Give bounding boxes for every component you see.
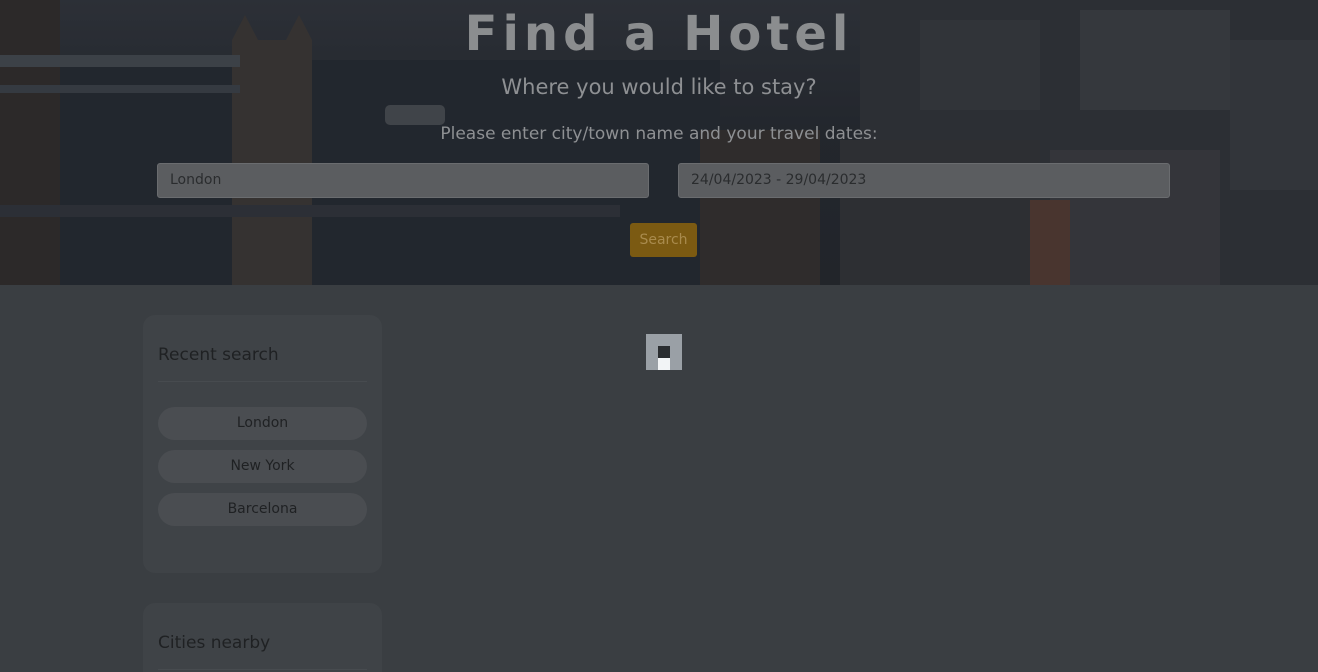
- loader-cell: [658, 334, 670, 346]
- loader-cell: [646, 358, 658, 370]
- divider: [158, 381, 367, 382]
- loader-cell: [670, 334, 682, 346]
- loader-cell: [646, 346, 658, 358]
- search-instruction: Please enter city/town name and your tra…: [440, 124, 878, 144]
- hero-subtitle: Where you would like to stay?: [501, 75, 817, 99]
- recent-search-item-london[interactable]: London: [158, 407, 367, 440]
- search-button[interactable]: Search: [630, 223, 697, 257]
- recent-search-card: Recent search London New York Barcelona: [143, 315, 382, 573]
- recent-search-item-new-york[interactable]: New York: [158, 450, 367, 483]
- cities-nearby-card: Cities nearby: [143, 603, 382, 672]
- loader-cell: [670, 346, 682, 358]
- date-range-input[interactable]: 24/04/2023 - 29/04/2023: [678, 163, 1170, 198]
- page-title: Find a Hotel: [464, 6, 854, 62]
- recent-search-title: Recent search: [158, 345, 279, 365]
- city-input[interactable]: London: [157, 163, 649, 198]
- loader-cell: [658, 358, 670, 370]
- loading-spinner-icon: [646, 334, 682, 370]
- recent-search-item-barcelona[interactable]: Barcelona: [158, 493, 367, 526]
- loader-cell: [670, 358, 682, 370]
- cities-nearby-title: Cities nearby: [158, 633, 271, 653]
- hero-banner: Find a Hotel Where you would like to sta…: [0, 0, 1318, 285]
- loader-cell: [658, 346, 670, 358]
- loader-cell: [646, 334, 658, 346]
- divider: [158, 669, 367, 670]
